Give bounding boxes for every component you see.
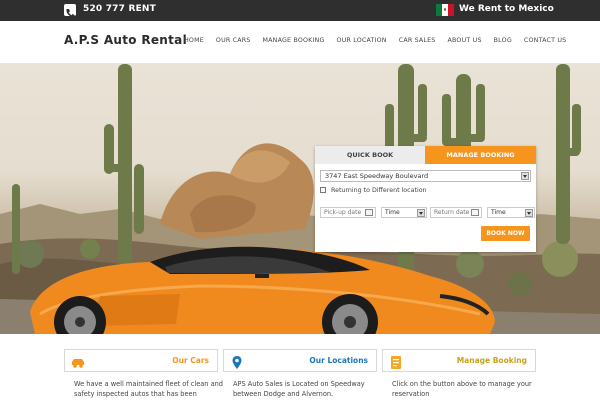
phone-icon xyxy=(64,4,76,18)
nav-our-location[interactable]: OUR LOCATION xyxy=(337,37,387,44)
feature-title: Manage Booking xyxy=(456,356,527,365)
book-now-button[interactable]: BOOK NOW xyxy=(481,226,530,241)
feature-title: Our Locations xyxy=(309,356,368,365)
chevron-down-icon xyxy=(417,209,425,217)
nav-manage-booking[interactable]: MANAGE BOOKING xyxy=(263,37,325,44)
location-select-value: 3747 East Speedway Boulevard xyxy=(325,172,429,180)
return-date-input[interactable]: Return date xyxy=(430,207,482,218)
main-nav: HOME OUR CARS MANAGE BOOKING OUR LOCATIO… xyxy=(184,37,578,44)
feature-manage-booking[interactable]: Manage Booking xyxy=(382,349,536,372)
return-time-select[interactable]: Time xyxy=(487,207,535,218)
site-logo[interactable]: A.P.S Auto Rental xyxy=(64,33,187,47)
location-select[interactable]: 3747 East Speedway Boulevard xyxy=(320,170,531,182)
booking-icon xyxy=(389,354,403,369)
nav-our-cars[interactable]: OUR CARS xyxy=(216,37,251,44)
rent-to-mexico-link[interactable]: We Rent to Mexico xyxy=(459,4,554,14)
chevron-down-icon xyxy=(525,209,533,217)
nav-contact-us[interactable]: CONTACT US xyxy=(524,37,566,44)
car-icon xyxy=(71,354,85,368)
booking-widget: QUICK BOOK MANAGE BOOKING 3747 East Spee… xyxy=(315,146,536,252)
mexico-flag-icon xyxy=(436,4,454,16)
nav-car-sales[interactable]: CAR SALES xyxy=(399,37,436,44)
phone-number[interactable]: 520 777 RENT xyxy=(83,4,156,14)
chevron-down-icon xyxy=(521,172,529,180)
feature-description: APS Auto Sales is Located on Speedway be… xyxy=(233,380,365,398)
return-time-value: Time xyxy=(491,209,506,216)
pickup-date-input[interactable]: Pick-up date xyxy=(320,207,376,218)
nav-home[interactable]: HOME xyxy=(184,37,204,44)
tab-manage-booking[interactable]: MANAGE BOOKING xyxy=(425,146,536,164)
feature-our-locations[interactable]: Our Locations xyxy=(223,349,377,372)
feature-our-cars[interactable]: Our Cars xyxy=(64,349,218,372)
nav-about-us[interactable]: ABOUT US xyxy=(448,37,482,44)
feature-title: Our Cars xyxy=(172,356,209,365)
return-date-placeholder: Return date xyxy=(434,209,470,216)
pickup-date-placeholder: Pick-up date xyxy=(324,209,362,216)
features-section: Our Cars We have a well maintained fleet… xyxy=(0,334,600,400)
tab-quick-book[interactable]: QUICK BOOK xyxy=(315,146,425,164)
pickup-time-value: Time xyxy=(385,209,400,216)
top-bar: 520 777 RENT We Rent to Mexico xyxy=(0,0,600,21)
calendar-icon xyxy=(471,209,479,216)
return-different-label: Returning to Different location xyxy=(331,187,427,194)
site-header: A.P.S Auto Rental HOME OUR CARS MANAGE B… xyxy=(0,21,600,64)
return-different-checkbox[interactable] xyxy=(320,187,326,193)
calendar-icon xyxy=(365,209,373,216)
map-pin-icon xyxy=(230,354,244,369)
pickup-time-select[interactable]: Time xyxy=(381,207,427,218)
feature-description: We have a well maintained fleet of clean… xyxy=(74,380,223,398)
feature-description: Click on the button above to manage your… xyxy=(392,380,532,398)
nav-blog[interactable]: BLOG xyxy=(494,37,512,44)
